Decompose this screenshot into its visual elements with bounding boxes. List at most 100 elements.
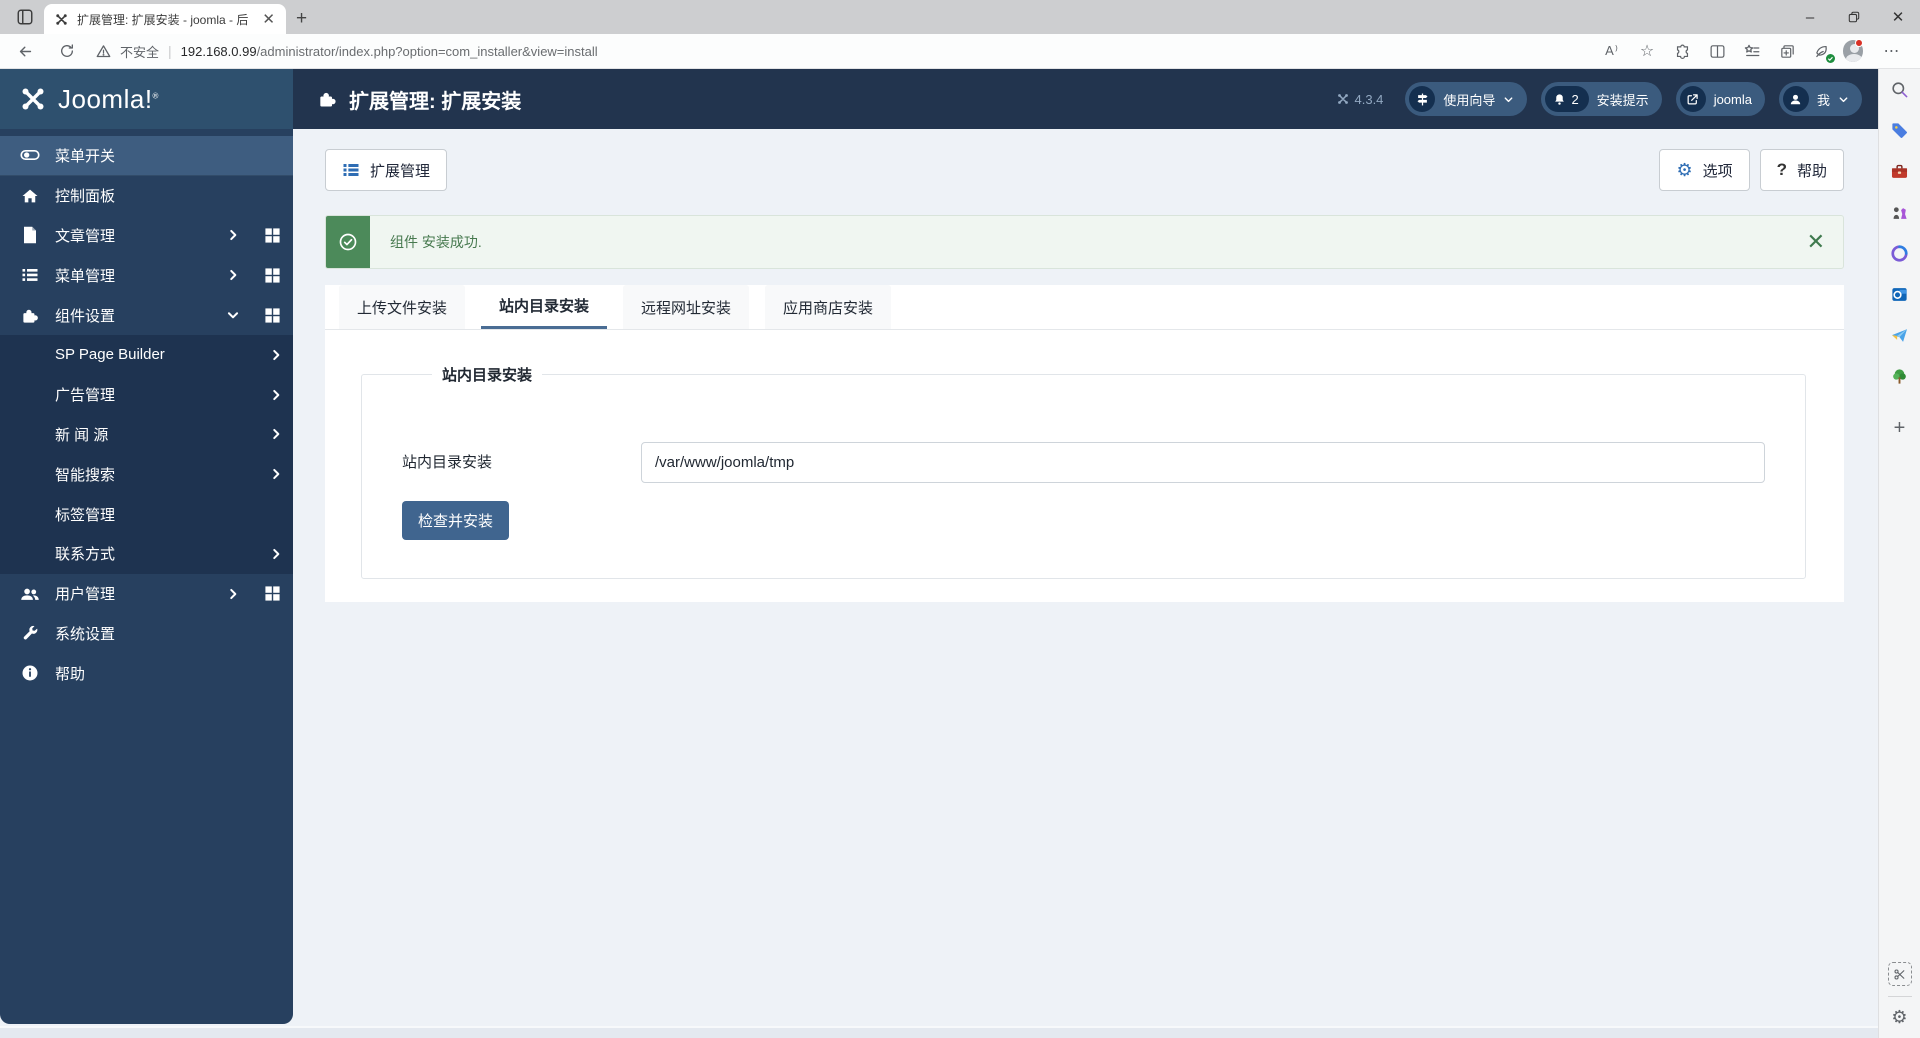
window-close-button[interactable]: ✕: [1876, 8, 1920, 26]
folder-path-input[interactable]: [641, 442, 1765, 483]
sidebar-item-label: 帮助: [55, 665, 86, 683]
gear-icon: ⚙: [1676, 159, 1693, 180]
tab-install-from-url[interactable]: 远程网址安装: [623, 285, 750, 329]
joomla-header: Joomla!® 扩展管理: 扩展安装 4.3.4 使用向导 2 安装提示 jo…: [0, 69, 1878, 129]
shopping-tag-icon[interactable]: [1888, 118, 1912, 142]
browser-tab[interactable]: 扩展管理: 扩展安装 - joomla - 后 ✕: [44, 4, 286, 34]
add-icon[interactable]: +: [1894, 417, 1906, 440]
split-screen-icon[interactable]: [1703, 37, 1731, 65]
chevron-right-icon: [273, 389, 280, 400]
chevron-right-icon[interactable]: [226, 228, 240, 242]
settings-gear-icon[interactable]: ⚙: [1891, 1007, 1907, 1028]
submenu-item-tags[interactable]: 标签管理: [0, 494, 293, 534]
favorite-star-icon[interactable]: ☆: [1633, 37, 1661, 65]
submenu-item-label: 标签管理: [55, 506, 116, 524]
toggle-icon: [20, 145, 40, 165]
alert-close-icon[interactable]: ✕: [1789, 216, 1843, 268]
info-icon: [20, 663, 40, 683]
sidebar-item-label: 系统设置: [55, 625, 116, 643]
wrench-icon: [20, 623, 40, 643]
tab-label: 站内目录安装: [499, 298, 590, 315]
submenu-item-banners[interactable]: 广告管理: [0, 374, 293, 415]
drop-icon[interactable]: [1888, 323, 1912, 347]
tab-upload-package[interactable]: 上传文件安装: [339, 285, 466, 329]
tab-actions-menu-icon[interactable]: [10, 2, 40, 32]
outlook-icon[interactable]: [1888, 282, 1912, 306]
chevron-right-icon: [273, 548, 280, 559]
not-secure-warning-icon: [96, 44, 111, 59]
tab-install-from-web[interactable]: 应用商店安装: [765, 285, 892, 329]
address-bar[interactable]: 不安全 | 192.168.0.99/administrator/index.p…: [96, 42, 1598, 61]
fieldset-legend: 站内目录安装: [442, 367, 533, 384]
microsoft365-icon[interactable]: [1888, 241, 1912, 265]
read-aloud-icon[interactable]: A⁾: [1598, 37, 1626, 65]
sidebar-item-help[interactable]: 帮助: [0, 653, 293, 693]
page-url: 192.168.0.99/administrator/index.php?opt…: [181, 44, 598, 59]
chevron-right-icon[interactable]: [226, 587, 240, 601]
chevron-right-icon: [273, 469, 280, 480]
joomla-main: 扩展管理 ⚙ 选项 ? 帮助 组件 安装成功. ✕ 上传文件安装 站内目录安装 …: [293, 129, 1878, 1038]
edge-sidebar: + ⚙: [1878, 69, 1920, 1038]
submenu-item-news-feeds[interactable]: 新 闻 源: [0, 414, 293, 455]
view-site-button[interactable]: joomla: [1675, 82, 1765, 116]
sidebar-item-label: 组件设置: [55, 307, 116, 325]
more-menu-icon[interactable]: ⋯: [1878, 37, 1906, 65]
dashboard-grid-icon[interactable]: [264, 585, 281, 602]
rail-divider: [1887, 996, 1912, 997]
alert-message: 组件 安装成功.: [390, 234, 482, 250]
notification-label: 安装提示: [1596, 92, 1649, 108]
external-link-icon: [1679, 86, 1706, 112]
sidebar-item-content[interactable]: 文章管理: [0, 216, 293, 256]
sidebar-item-menu-toggle[interactable]: 菜单开关: [0, 136, 293, 176]
post-install-messages-button[interactable]: 2 安装提示: [1541, 82, 1662, 116]
games-icon[interactable]: [1888, 200, 1912, 224]
sidebar-item-label: 用户管理: [55, 586, 116, 604]
user-label: 我: [1816, 92, 1830, 108]
help-button[interactable]: ? 帮助: [1759, 149, 1844, 191]
sidebar-item-system[interactable]: 系统设置: [0, 614, 293, 654]
new-tab-button[interactable]: +: [296, 8, 307, 30]
notification-capsule: 2: [1545, 86, 1589, 112]
submenu-item-sp-page-builder[interactable]: SP Page Builder: [0, 334, 293, 375]
toolbox-icon[interactable]: [1888, 159, 1912, 183]
sidebar-item-components[interactable]: 组件设置: [0, 295, 293, 335]
favorites-list-icon[interactable]: [1738, 37, 1766, 65]
search-icon[interactable]: [1888, 77, 1912, 101]
joomla-favicon-icon: [54, 12, 69, 27]
guided-tour-button[interactable]: 使用向导: [1405, 82, 1528, 116]
sidebar-item-label: 文章管理: [55, 227, 116, 245]
chevron-down-icon[interactable]: [226, 308, 240, 322]
check-and-install-button[interactable]: 检查并安装: [402, 501, 510, 540]
chevron-right-icon[interactable]: [226, 268, 240, 282]
dashboard-grid-icon[interactable]: [264, 227, 281, 244]
notification-count: 2: [1571, 91, 1579, 107]
page-bottom-strip: [0, 1026, 1878, 1038]
refresh-icon[interactable]: [52, 37, 82, 65]
tab-close-icon[interactable]: ✕: [259, 10, 278, 28]
success-alert: 组件 安装成功. ✕: [325, 215, 1844, 269]
sidebar-item-users[interactable]: 用户管理: [0, 574, 293, 614]
submenu-item-smart-search[interactable]: 智能搜索: [0, 454, 293, 495]
window-minimize-button[interactable]: –: [1788, 9, 1832, 26]
back-icon[interactable]: [10, 37, 40, 65]
options-button[interactable]: ⚙ 选项: [1659, 149, 1750, 191]
user-menu-button[interactable]: 我: [1778, 82, 1862, 116]
tree-icon[interactable]: [1888, 364, 1912, 388]
dashboard-grid-icon[interactable]: [264, 307, 281, 324]
submenu-item-contacts[interactable]: 联系方式: [0, 533, 293, 574]
puzzle-icon: [20, 305, 40, 325]
profile-avatar[interactable]: [1843, 37, 1871, 65]
tab-install-from-folder[interactable]: 站内目录安装: [481, 285, 608, 329]
browser-essentials-icon[interactable]: [1808, 37, 1836, 65]
window-restore-button[interactable]: [1832, 11, 1876, 23]
extensions-manage-button[interactable]: 扩展管理: [325, 149, 448, 191]
dashboard-grid-icon[interactable]: [264, 267, 281, 284]
sidebar-item-dashboard[interactable]: 控制面板: [0, 176, 293, 216]
sidebar-item-menus[interactable]: 菜单管理: [0, 255, 293, 295]
toolbar-right-cluster: A⁾ ☆ ⋯: [1598, 37, 1906, 65]
document-icon: [20, 225, 40, 245]
collections-add-icon[interactable]: [1773, 37, 1801, 65]
bell-icon: [1555, 93, 1565, 105]
extensions-puzzle-icon[interactable]: [1668, 37, 1696, 65]
screenshot-icon[interactable]: [1887, 962, 1912, 986]
